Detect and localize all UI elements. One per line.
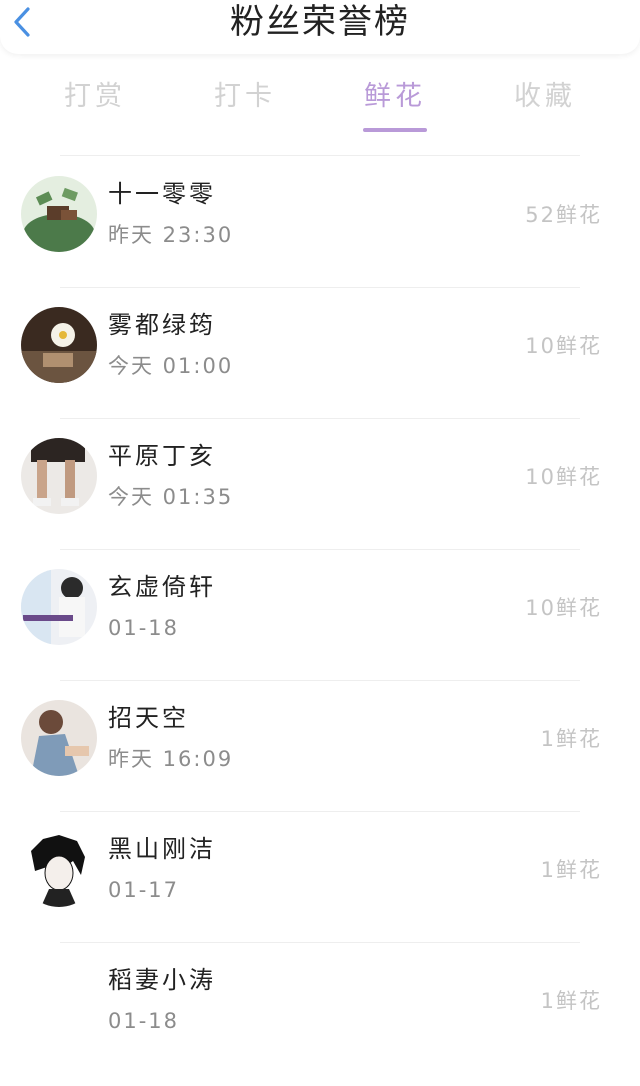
avatar: [21, 307, 97, 383]
fan-time: 今天 01:00: [108, 354, 234, 378]
fan-name: 雾都绿筠: [108, 311, 216, 339]
tab-label: 收藏: [514, 81, 576, 112]
flower-count: 1鲜花: [540, 727, 602, 751]
avatar: [21, 831, 97, 907]
flower-count: 52鲜花: [525, 203, 602, 227]
fan-time: 01-17: [108, 878, 180, 902]
avatar: [21, 176, 97, 252]
flower-count: 1鲜花: [540, 989, 602, 1013]
fan-time: 01-18: [108, 616, 180, 640]
tab-label: 打赏: [64, 81, 126, 112]
flower-count: 10鲜花: [525, 596, 602, 620]
list-item[interactable]: 平原丁亥 今天 01:35 10鲜花: [0, 418, 640, 549]
list-item[interactable]: 稻妻小涛 01-18 1鲜花: [0, 942, 640, 1073]
avatar: [21, 962, 97, 1038]
fan-name: 黑山刚洁: [108, 835, 216, 863]
fan-time: 昨天 16:09: [108, 747, 234, 771]
fan-name: 稻妻小涛: [108, 966, 216, 994]
active-tab-indicator: [363, 128, 427, 132]
tab-label: 打卡: [214, 81, 276, 112]
fan-honor-page: 粉丝荣誉榜 打赏 打卡 鲜花 收藏 十一零零 昨天 23:30 52鲜花 雾都绿…: [0, 0, 640, 1086]
list-item[interactable]: 雾都绿筠 今天 01:00 10鲜花: [0, 287, 640, 418]
flower-count: 1鲜花: [540, 858, 602, 882]
tab-favorites[interactable]: 收藏: [470, 70, 620, 136]
list-item[interactable]: 招天空 昨天 16:09 1鲜花: [0, 680, 640, 811]
avatar: [21, 700, 97, 776]
fan-time: 01-18: [108, 1009, 180, 1033]
fan-time: 今天 01:35: [108, 485, 234, 509]
tab-reward[interactable]: 打赏: [20, 70, 170, 136]
list-item[interactable]: 十一零零 昨天 23:30 52鲜花: [0, 156, 640, 287]
flower-count: 10鲜花: [525, 334, 602, 358]
fan-name: 玄虚倚轩: [108, 573, 216, 601]
fan-time: 昨天 23:30: [108, 223, 234, 247]
fan-name: 十一零零: [108, 180, 216, 208]
list-item[interactable]: 黑山刚洁 01-17 1鲜花: [0, 811, 640, 942]
list-item[interactable]: 玄虚倚轩 01-18 10鲜花: [0, 549, 640, 680]
page-title: 粉丝荣誉榜: [230, 2, 410, 42]
flower-count: 10鲜花: [525, 465, 602, 489]
header-bar: 粉丝荣誉榜: [0, 0, 640, 54]
avatar: [21, 438, 97, 514]
tab-checkin[interactable]: 打卡: [170, 70, 320, 136]
tab-bar: 打赏 打卡 鲜花 收藏: [20, 70, 620, 136]
fan-name: 招天空: [108, 704, 189, 732]
avatar: [21, 569, 97, 645]
fan-name: 平原丁亥: [108, 442, 216, 470]
tab-flowers[interactable]: 鲜花: [320, 70, 470, 136]
tab-label: 鲜花: [364, 81, 426, 112]
